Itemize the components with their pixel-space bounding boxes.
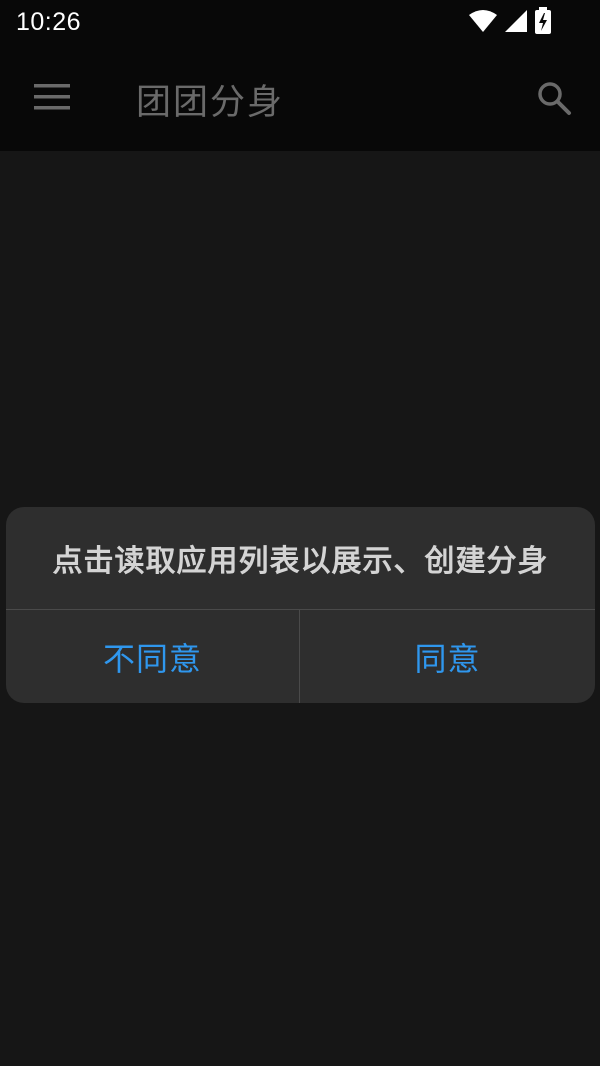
- menu-icon[interactable]: [34, 82, 70, 112]
- screen: 10:26 团团分身 点击读取应用列表以展示、创建分身 不同意 同意: [0, 0, 600, 1066]
- cellular-signal-icon: [504, 9, 528, 37]
- permission-dialog: 点击读取应用列表以展示、创建分身 不同意 同意: [6, 507, 595, 703]
- wifi-icon: [468, 9, 498, 37]
- app-title: 团团分身: [136, 83, 285, 123]
- status-icons: [468, 7, 552, 39]
- battery-charging-icon: [534, 7, 552, 39]
- search-icon[interactable]: [536, 80, 572, 116]
- status-time: 10:26: [16, 8, 82, 36]
- status-bar: 10:26: [0, 0, 600, 46]
- dialog-message: 点击读取应用列表以展示、创建分身: [52, 544, 549, 579]
- disagree-button[interactable]: 不同意: [6, 610, 299, 703]
- agree-button[interactable]: 同意: [300, 610, 595, 703]
- app-bar: 团团分身: [0, 46, 600, 151]
